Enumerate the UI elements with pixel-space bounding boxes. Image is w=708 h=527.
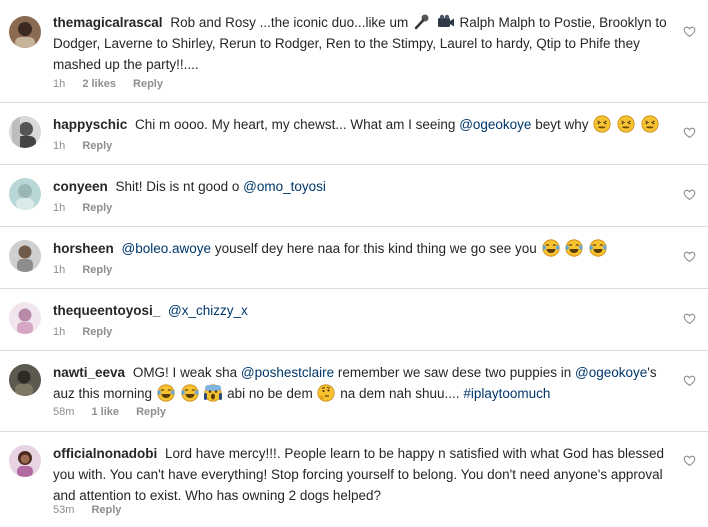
heart-outline-icon[interactable]: [683, 374, 696, 387]
reply-button[interactable]: Reply: [91, 504, 121, 516]
comment-text: Rob and Rosy ...the iconic duo...like um: [170, 15, 409, 30]
tears-of-joy-emoji-icon: [565, 239, 583, 257]
username[interactable]: nawti_eeva: [53, 365, 125, 380]
avatar[interactable]: [9, 116, 41, 148]
divider: [0, 288, 708, 289]
comment-text: beyt why: [535, 117, 589, 132]
thinking-face-emoji-icon: [317, 384, 336, 402]
timestamp[interactable]: 1h: [53, 78, 65, 90]
comment-text: na dem nah shuu....: [340, 386, 460, 401]
microphone-emoji-icon: [413, 13, 431, 31]
username[interactable]: officialnonadobi: [53, 446, 157, 461]
reply-button[interactable]: Reply: [136, 406, 166, 418]
screaming-face-emoji-icon: [204, 384, 223, 402]
timestamp[interactable]: 1h: [53, 326, 65, 338]
tears-of-joy-emoji-icon: [180, 384, 199, 402]
avatar[interactable]: [9, 445, 41, 477]
mention-link[interactable]: @ogeokoye: [459, 117, 531, 132]
mention-link[interactable]: @poshestclaire: [241, 365, 334, 380]
comment-meta: 58m 1 like Reply: [53, 405, 180, 419]
comment-body: thequeentoyosi_ @x_chizzy_x: [53, 300, 670, 321]
mention-link[interactable]: @boleo.awoye: [122, 241, 212, 256]
likes-count[interactable]: 2 likes: [82, 78, 116, 90]
tears-of-joy-emoji-icon: [541, 239, 560, 257]
reply-button[interactable]: Reply: [82, 140, 112, 152]
comment-text: remember we saw dese two puppies in: [337, 365, 572, 380]
avatar[interactable]: [9, 16, 41, 48]
comment-body: happyschic Chi m oooo. My heart, my chew…: [53, 114, 670, 135]
divider: [0, 431, 708, 432]
comment-text: youself dey here naa for this kind thing…: [214, 241, 537, 256]
confounded-face-emoji-icon: [617, 115, 635, 133]
tears-of-joy-emoji-icon: [589, 239, 607, 257]
username[interactable]: conyeen: [53, 179, 108, 194]
reply-button[interactable]: Reply: [82, 264, 112, 276]
comment-text: Chi m oooo. My heart, my chewst... What …: [135, 117, 456, 132]
confounded-face-emoji-icon: [641, 115, 659, 133]
divider: [0, 350, 708, 351]
comment-meta: 1h Reply: [53, 139, 126, 153]
divider: [0, 102, 708, 103]
likes-count[interactable]: 1 like: [91, 406, 119, 418]
timestamp[interactable]: 53m: [53, 504, 74, 516]
heart-outline-icon[interactable]: [683, 250, 696, 263]
comment-body: themagicalrascal Rob and Rosy ...the ico…: [53, 12, 670, 75]
mention-link[interactable]: @omo_toyosi: [243, 179, 326, 194]
avatar[interactable]: [9, 240, 41, 272]
timestamp[interactable]: 58m: [53, 406, 74, 418]
avatar[interactable]: [9, 364, 41, 396]
comment-meta: 1h Reply: [53, 325, 126, 339]
divider: [0, 164, 708, 165]
username[interactable]: themagicalrascal: [53, 15, 163, 30]
comment-body: nawti_eeva OMG! I weak sha @poshestclair…: [53, 362, 670, 404]
divider: [0, 226, 708, 227]
comment-meta: 1h Reply: [53, 201, 126, 215]
comment-meta: 1h Reply: [53, 263, 126, 277]
confounded-face-emoji-icon: [593, 115, 611, 133]
comment-text: abi no be dem: [227, 386, 313, 401]
timestamp[interactable]: 1h: [53, 140, 65, 152]
comment-body: officialnonadobi Lord have mercy!!!. Peo…: [53, 443, 670, 506]
comment-body: horsheen @boleo.awoye youself dey here n…: [53, 238, 670, 259]
avatar[interactable]: [9, 178, 41, 210]
comment-meta: 53m Reply: [53, 503, 135, 517]
username[interactable]: thequeentoyosi_: [53, 303, 160, 318]
comment-text: OMG! I weak sha: [132, 365, 238, 380]
heart-outline-icon[interactable]: [683, 25, 696, 38]
username[interactable]: happyschic: [53, 117, 127, 132]
heart-outline-icon[interactable]: [683, 454, 696, 467]
mention-link[interactable]: @ogeokoye: [575, 365, 647, 380]
hashtag-link[interactable]: #iplaytoomuch: [463, 386, 550, 401]
mention-link[interactable]: @x_chizzy_x: [168, 303, 248, 318]
username[interactable]: horsheen: [53, 241, 114, 256]
video-camera-emoji-icon: [437, 13, 455, 31]
avatar[interactable]: [9, 302, 41, 334]
comment-body: conyeen Shit! Dis is nt good o @omo_toyo…: [53, 176, 670, 197]
timestamp[interactable]: 1h: [53, 202, 65, 214]
heart-outline-icon[interactable]: [683, 188, 696, 201]
comment-text: Shit! Dis is nt good o: [115, 179, 240, 194]
tears-of-joy-emoji-icon: [157, 384, 175, 402]
timestamp[interactable]: 1h: [53, 264, 65, 276]
reply-button[interactable]: Reply: [82, 202, 112, 214]
comment-meta: 1h 2 likes Reply: [53, 77, 177, 91]
reply-button[interactable]: Reply: [133, 78, 163, 90]
heart-outline-icon[interactable]: [683, 312, 696, 325]
reply-button[interactable]: Reply: [82, 326, 112, 338]
heart-outline-icon[interactable]: [683, 126, 696, 139]
comment-list: themagicalrascal Rob and Rosy ...the ico…: [0, 0, 708, 527]
